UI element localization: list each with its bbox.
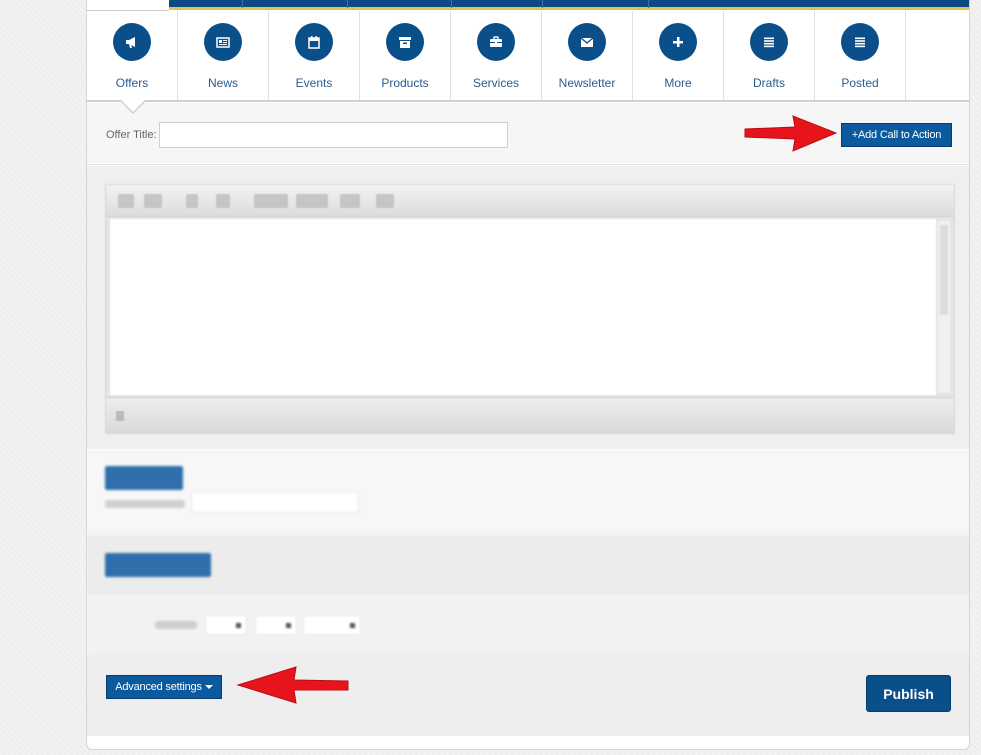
editor-status-bar [106,397,954,433]
gallery-section [87,535,969,595]
tab-more[interactable]: More [633,11,724,100]
tab-label: News [207,76,238,90]
plus-icon [673,37,683,47]
tab-label: Events [295,76,333,90]
add-more-images-button[interactable] [105,553,211,577]
bullet-list-button[interactable] [254,194,288,208]
offer-title-label: Offer Title: [106,129,157,141]
tab-products[interactable]: Products [360,11,451,100]
rich-text-editor [105,184,955,434]
image-caption-label [105,500,185,508]
tab-news[interactable]: News [178,11,269,100]
content-type-tabs: Offers News Events Products Services New… [87,11,969,102]
envelope-icon [580,37,594,47]
expiry-day-select[interactable] [255,615,297,635]
archive-box-icon [399,37,411,48]
tab-posted[interactable]: Posted [815,11,906,100]
briefcase-icon [490,36,502,47]
link-button[interactable] [340,194,360,208]
expiry-month-select[interactable] [205,615,247,635]
undo-button[interactable] [118,194,134,208]
rich-text-editor-section [87,166,969,449]
tab-label: Drafts [752,76,785,90]
tab-events[interactable]: Events [269,11,360,100]
editor-content-area[interactable] [110,219,936,395]
bold-button[interactable] [186,194,198,208]
tab-drafts[interactable]: Drafts [724,11,815,100]
megaphone-icon [126,37,135,48]
caret-down-icon [204,685,213,690]
offer-composer-card: Offers News Events Products Services New… [86,0,970,750]
offer-title-input[interactable] [159,122,508,148]
tab-label: Newsletter [558,76,616,90]
unlink-button[interactable] [376,194,394,208]
tab-newsletter[interactable]: Newsletter [542,11,633,100]
editor-toolbar [106,185,954,217]
top-nav-strip [87,0,969,11]
numbered-list-button[interactable] [296,194,328,208]
calendar-icon [308,36,320,49]
tab-label: Products [381,76,429,90]
tab-offers[interactable]: Offers [87,11,178,100]
expiry-date-section [87,596,969,656]
list-icon [855,37,865,48]
advanced-settings-button[interactable]: Advanced settings [106,675,222,699]
image-upload-section [87,449,969,534]
italic-button[interactable] [216,194,230,208]
image-caption-input[interactable] [191,491,359,513]
expiry-year-select[interactable] [303,615,361,635]
advanced-settings-label: Advanced settings [115,681,202,693]
expires-label [155,621,197,629]
tab-label: Services [472,76,519,90]
composer-footer: Advanced settings Publish [87,656,969,736]
add-call-to-action-button[interactable]: +Add Call to Action [841,123,952,147]
add-image-button[interactable] [105,466,183,490]
publish-button[interactable]: Publish [866,675,951,712]
list-icon [764,37,774,48]
tab-services[interactable]: Services [451,11,542,100]
redo-button[interactable] [144,194,162,208]
editor-scrollbar[interactable] [938,221,950,393]
tab-label: Offers [115,76,149,90]
tab-label: More [664,76,692,90]
red-arrow-icon [744,115,838,152]
red-arrow-icon [236,666,349,704]
tab-label: Posted [841,76,879,90]
newspaper-icon [216,37,230,48]
